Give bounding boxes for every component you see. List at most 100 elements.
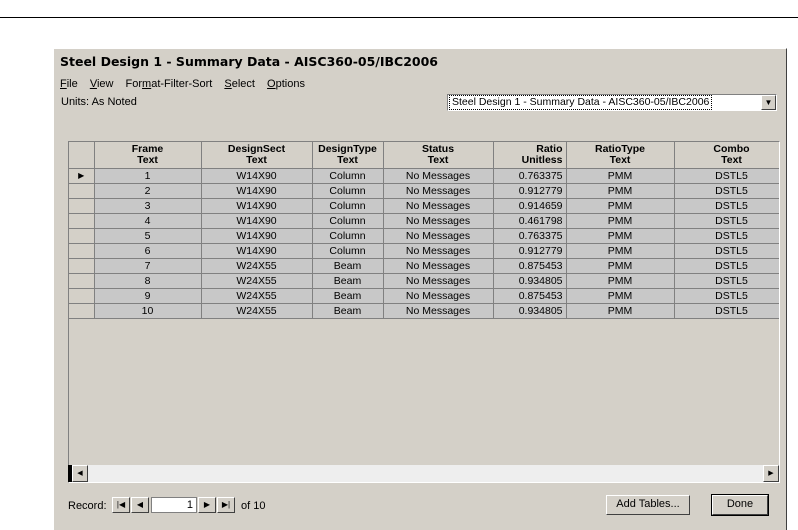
cell-frame[interactable]: 4	[94, 213, 202, 229]
record-number-input[interactable]: 1	[151, 497, 197, 513]
menu-options[interactable]: Options	[267, 75, 305, 93]
cell-ratio[interactable]: 0.763375	[493, 228, 567, 244]
cell-designsect[interactable]: W24X55	[201, 303, 313, 319]
cell-status[interactable]: No Messages	[383, 258, 494, 274]
cell-frame[interactable]: 10	[94, 303, 202, 319]
cell-designsect[interactable]: W14X90	[201, 198, 313, 214]
row-selector[interactable]	[69, 228, 95, 244]
cell-ratio[interactable]: 0.875453	[493, 288, 567, 304]
cell-status[interactable]: No Messages	[383, 228, 494, 244]
row-selector[interactable]	[69, 273, 95, 289]
row-selector[interactable]	[69, 198, 95, 214]
cell-combo[interactable]: DSTL5	[674, 303, 779, 319]
cell-status[interactable]: No Messages	[383, 213, 494, 229]
column-header-status[interactable]: Status Text	[383, 142, 494, 169]
horizontal-scrollbar[interactable]: ◀ ▶	[68, 465, 779, 482]
row-selector-current-icon[interactable]: ▶	[69, 168, 95, 184]
cell-ratiotype[interactable]: PMM	[566, 183, 675, 199]
menu-select[interactable]: Select	[224, 75, 255, 93]
row-selector[interactable]	[69, 288, 95, 304]
cell-combo[interactable]: DSTL5	[674, 243, 779, 259]
last-record-icon[interactable]: ▶|	[217, 497, 235, 513]
table-row[interactable]: ▶ 1 W14X90 Column No Messages 0.763375 PMM DSTL…	[69, 168, 779, 184]
prev-record-icon[interactable]: ◀	[131, 497, 149, 513]
cell-designtype[interactable]: Beam	[312, 273, 384, 289]
cell-ratio[interactable]: 0.912779	[493, 183, 567, 199]
cell-ratio[interactable]: 0.914659	[493, 198, 567, 214]
table-row[interactable]: 9 W24X55 Beam No Messages 0.875453 PMM DSTL5	[69, 288, 779, 304]
column-header-designtype[interactable]: DesignType Text	[312, 142, 384, 169]
cell-designsect[interactable]: W14X90	[201, 243, 313, 259]
table-select-dropdown[interactable]: Steel Design 1 - Summary Data - AISC360-…	[447, 94, 777, 111]
cell-frame[interactable]: 3	[94, 198, 202, 214]
cell-ratiotype[interactable]: PMM	[566, 303, 675, 319]
cell-status[interactable]: No Messages	[383, 168, 494, 184]
table-row[interactable]: 5 W14X90 Column No Messages 0.763375 PMM DSTL5	[69, 228, 779, 244]
cell-designtype[interactable]: Column	[312, 183, 384, 199]
cell-status[interactable]: No Messages	[383, 198, 494, 214]
first-record-icon[interactable]: |◀	[112, 497, 130, 513]
table-row[interactable]: 4 W14X90 Column No Messages 0.461798 PMM DSTL5	[69, 213, 779, 229]
column-header-frame[interactable]: Frame Text	[94, 142, 202, 169]
cell-frame[interactable]: 9	[94, 288, 202, 304]
cell-combo[interactable]: DSTL5	[674, 228, 779, 244]
table-row[interactable]: 7 W24X55 Beam No Messages 0.875453 PMM DSTL5	[69, 258, 779, 274]
cell-designtype[interactable]: Column	[312, 198, 384, 214]
scroll-right-icon[interactable]: ▶	[763, 465, 779, 482]
next-record-icon[interactable]: ▶	[198, 497, 216, 513]
cell-ratiotype[interactable]: PMM	[566, 228, 675, 244]
cell-combo[interactable]: DSTL5	[674, 168, 779, 184]
menu-format-filter-sort[interactable]: Format-Filter-Sort	[126, 75, 213, 93]
cell-frame[interactable]: 8	[94, 273, 202, 289]
table-row[interactable]: 8 W24X55 Beam No Messages 0.934805 PMM DSTL5	[69, 273, 779, 289]
add-tables-button[interactable]: Add Tables...	[606, 495, 690, 515]
done-button[interactable]: Done	[711, 494, 769, 516]
scroll-left-icon[interactable]: ◀	[72, 465, 88, 482]
cell-ratio[interactable]: 0.934805	[493, 303, 567, 319]
row-selector[interactable]	[69, 243, 95, 259]
cell-frame[interactable]: 6	[94, 243, 202, 259]
cell-status[interactable]: No Messages	[383, 303, 494, 319]
cell-designtype[interactable]: Beam	[312, 288, 384, 304]
cell-ratiotype[interactable]: PMM	[566, 273, 675, 289]
cell-status[interactable]: No Messages	[383, 183, 494, 199]
row-selector[interactable]	[69, 183, 95, 199]
cell-designtype[interactable]: Beam	[312, 258, 384, 274]
cell-ratio[interactable]: 0.875453	[493, 258, 567, 274]
table-row[interactable]: 6 W14X90 Column No Messages 0.912779 PMM DSTL5	[69, 243, 779, 259]
menu-view[interactable]: View	[90, 75, 114, 93]
cell-combo[interactable]: DSTL5	[674, 183, 779, 199]
cell-combo[interactable]: DSTL5	[674, 273, 779, 289]
cell-designtype[interactable]: Beam	[312, 303, 384, 319]
cell-ratiotype[interactable]: PMM	[566, 213, 675, 229]
row-selector[interactable]	[69, 213, 95, 229]
cell-ratiotype[interactable]: PMM	[566, 258, 675, 274]
cell-frame[interactable]: 5	[94, 228, 202, 244]
cell-ratio[interactable]: 0.763375	[493, 168, 567, 184]
cell-ratiotype[interactable]: PMM	[566, 288, 675, 304]
cell-combo[interactable]: DSTL5	[674, 213, 779, 229]
cell-designsect[interactable]: W14X90	[201, 168, 313, 184]
cell-designtype[interactable]: Column	[312, 168, 384, 184]
cell-designtype[interactable]: Column	[312, 228, 384, 244]
cell-designtype[interactable]: Column	[312, 243, 384, 259]
cell-ratio[interactable]: 0.934805	[493, 273, 567, 289]
cell-combo[interactable]: DSTL5	[674, 198, 779, 214]
table-row[interactable]: 10 W24X55 Beam No Messages 0.934805 PMM DSTL5	[69, 303, 779, 319]
cell-designtype[interactable]: Column	[312, 213, 384, 229]
table-row[interactable]: 2 W14X90 Column No Messages 0.912779 PMM DSTL5	[69, 183, 779, 199]
row-selector[interactable]	[69, 258, 95, 274]
cell-designsect[interactable]: W14X90	[201, 213, 313, 229]
column-header-designsect[interactable]: DesignSect Text	[201, 142, 313, 169]
cell-designsect[interactable]: W24X55	[201, 273, 313, 289]
table-row[interactable]: 3 W14X90 Column No Messages 0.914659 PMM DSTL5	[69, 198, 779, 214]
row-selector[interactable]	[69, 303, 95, 319]
cell-frame[interactable]: 7	[94, 258, 202, 274]
cell-status[interactable]: No Messages	[383, 243, 494, 259]
header-row-selector[interactable]	[69, 142, 95, 169]
cell-ratiotype[interactable]: PMM	[566, 243, 675, 259]
cell-designsect[interactable]: W24X55	[201, 258, 313, 274]
cell-ratiotype[interactable]: PMM	[566, 198, 675, 214]
cell-combo[interactable]: DSTL5	[674, 288, 779, 304]
column-header-ratio[interactable]: Ratio Unitless	[493, 142, 567, 169]
